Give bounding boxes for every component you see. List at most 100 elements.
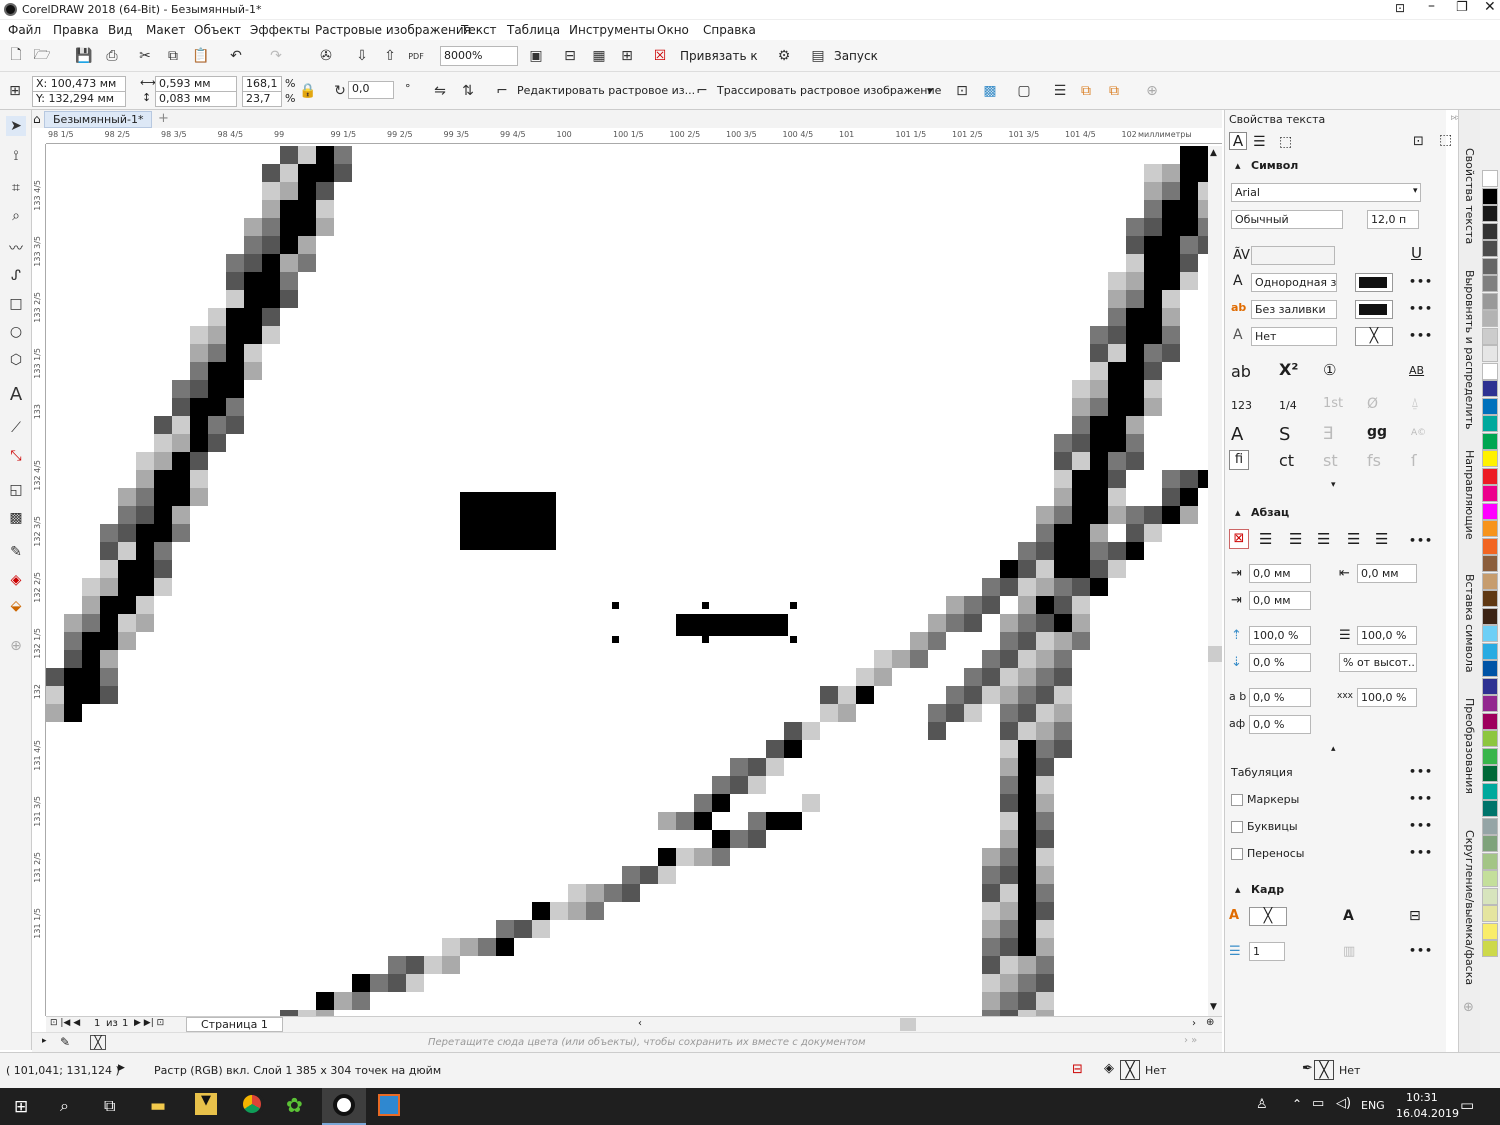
no-alignment-icon[interactable]: ⊠: [1229, 529, 1249, 549]
color-swatch[interactable]: [1482, 240, 1498, 257]
superscript-icon[interactable]: X²: [1279, 360, 1298, 379]
color-swatch[interactable]: [1482, 887, 1498, 905]
color-swatch[interactable]: [1482, 800, 1498, 817]
selection-handle[interactable]: [702, 636, 709, 643]
color-proof-icon[interactable]: ⊟: [1072, 1062, 1083, 1077]
color-swatch[interactable]: [1482, 765, 1498, 782]
docker-tab-guides[interactable]: Направляющие: [1463, 450, 1476, 540]
options-gear-icon[interactable]: ⚙: [774, 46, 794, 66]
align-left-icon[interactable]: ☰: [1259, 530, 1272, 548]
frame-section-heading[interactable]: Кадр: [1251, 883, 1284, 896]
task-view-icon[interactable]: ⧉: [104, 1096, 115, 1116]
docker-tab-transformations[interactable]: Преобразования: [1463, 698, 1476, 794]
palette-scroll-icon[interactable]: › »: [1184, 1035, 1197, 1046]
color-swatch[interactable]: [1482, 590, 1498, 607]
color-swatch[interactable]: [1482, 870, 1498, 887]
menu-bitmaps[interactable]: Растровые изображения: [315, 23, 471, 37]
tabs-settings-icon[interactable]: •••: [1409, 765, 1433, 778]
menu-object[interactable]: Объект: [194, 23, 241, 37]
navigator-zoom-icon[interactable]: ⊕: [1206, 1017, 1214, 1028]
close-button[interactable]: ✕: [1484, 0, 1496, 15]
search-icon[interactable]: ⌕: [60, 1096, 69, 1116]
stylistic-set-icon[interactable]: ⍙: [1411, 396, 1419, 411]
left-indent-field[interactable]: 0,0 мм: [1249, 564, 1311, 583]
before-paragraph-spacing-field[interactable]: 100,0 %: [1249, 626, 1311, 645]
drawing-canvas[interactable]: [46, 146, 1208, 1016]
text-fill-type-select[interactable]: Однородная з...: [1251, 273, 1337, 292]
frame-settings-icon[interactable]: ⊟: [1409, 908, 1421, 924]
add-tool-icon[interactable]: ⊕: [6, 636, 26, 656]
pick-tool-icon[interactable]: ➤: [6, 116, 26, 136]
force-justify-icon[interactable]: ☰: [1375, 530, 1388, 548]
titling-icon[interactable]: Ǝ: [1323, 424, 1334, 444]
case-forms-icon[interactable]: A©: [1411, 428, 1426, 438]
selection-handle[interactable]: [612, 602, 619, 609]
docker-tab-fillet[interactable]: Скругление/выемка/фаска: [1463, 830, 1476, 985]
crop-tool-icon[interactable]: ⌗: [6, 178, 26, 198]
rotation-angle-field[interactable]: 0,0: [348, 81, 394, 99]
scroll-thumb[interactable]: [1208, 646, 1222, 662]
background-fill-settings-icon[interactable]: •••: [1409, 302, 1433, 315]
page-first-icon[interactable]: ⊡ |◀ ◀: [50, 1018, 80, 1028]
zoom-to-page-icon[interactable]: ▣: [526, 46, 546, 66]
edit-bitmap-button[interactable]: Редактировать растровое из...: [517, 84, 695, 97]
snap-off-icon[interactable]: ☒: [650, 46, 670, 66]
home-icon[interactable]: ⌂: [33, 112, 41, 126]
color-swatch[interactable]: [1482, 905, 1498, 922]
symbol-section-arrow-icon[interactable]: ▴: [1235, 159, 1241, 172]
color-swatch[interactable]: [1482, 380, 1498, 397]
color-swatch[interactable]: [1482, 415, 1498, 432]
eyedropper-icon[interactable]: ✎: [60, 1035, 70, 1049]
color-swatch[interactable]: [1482, 327, 1498, 345]
color-swatch[interactable]: [1482, 695, 1498, 712]
color-swatch[interactable]: [1482, 782, 1498, 800]
background-fill-color-swatch[interactable]: [1355, 300, 1393, 319]
text-outline-select[interactable]: Нет: [1251, 327, 1337, 346]
color-swatch[interactable]: [1482, 467, 1498, 485]
file-explorer-icon[interactable]: ▬: [150, 1096, 166, 1116]
color-swatch[interactable]: [1482, 555, 1498, 572]
connector-tool-icon[interactable]: ⤡: [6, 446, 26, 466]
color-swatch[interactable]: [1482, 187, 1498, 205]
color-swatch[interactable]: [1482, 660, 1498, 677]
trace-bitmap-icon[interactable]: ⌐: [692, 81, 712, 101]
undo-icon[interactable]: ↶: [226, 46, 246, 66]
menu-effects[interactable]: Эффекты: [250, 23, 310, 37]
corel-photopaint-icon[interactable]: [378, 1094, 400, 1116]
selection-handle[interactable]: [790, 636, 797, 643]
launch-app-icon[interactable]: ▤: [808, 46, 828, 66]
eyedropper-tool-icon[interactable]: ✎: [6, 542, 26, 562]
page-tab[interactable]: Страница 1: [186, 1017, 283, 1032]
menu-table[interactable]: Таблица: [507, 23, 560, 37]
line-spacing-field[interactable]: 100,0 %: [1357, 626, 1417, 645]
y-position-field[interactable]: Y: 132,294 мм: [32, 91, 126, 107]
coreldraw-taskbar-button[interactable]: [322, 1088, 366, 1125]
polygon-tool-icon[interactable]: ⬡: [6, 350, 26, 370]
kerning-field[interactable]: [1251, 246, 1335, 265]
contextual-alternates-icon[interactable]: fs: [1367, 451, 1381, 470]
ordinals-icon[interactable]: 1st: [1323, 396, 1343, 411]
slashed-zero-icon[interactable]: Ø: [1367, 396, 1378, 412]
icq-icon[interactable]: ✿: [286, 1093, 303, 1117]
hyphenation-settings-icon[interactable]: •••: [1409, 846, 1433, 859]
selection-handle[interactable]: [702, 602, 709, 609]
tray-expand-icon[interactable]: ⌃: [1292, 1097, 1302, 1111]
color-swatch[interactable]: [1482, 852, 1498, 870]
color-swatch[interactable]: [1482, 730, 1498, 747]
color-swatch[interactable]: [1482, 712, 1498, 730]
ellipse-tool-icon[interactable]: ○: [6, 322, 26, 342]
paragraph-tab-icon[interactable]: ☰: [1253, 134, 1266, 150]
bullets-checkbox[interactable]: [1231, 794, 1243, 806]
open-folder-icon[interactable]: 🗁: [32, 46, 52, 66]
color-swatch[interactable]: [1482, 205, 1498, 222]
resample-icon[interactable]: ▩: [980, 81, 1000, 101]
strikethrough-icon[interactable]: ab: [1231, 362, 1251, 381]
scroll-down-icon[interactable]: ▼: [1210, 1002, 1217, 1012]
edit-bitmap-icon[interactable]: ⌐: [492, 81, 512, 101]
trace-bitmap-button[interactable]: Трассировать растровое изображение: [717, 84, 941, 97]
color-swatch[interactable]: [1482, 345, 1498, 362]
right-indent-field[interactable]: 0,0 мм: [1357, 564, 1417, 583]
cut-icon[interactable]: ✂: [135, 46, 155, 66]
volume-icon[interactable]: ◁): [1336, 1096, 1351, 1111]
standard-ligatures-icon[interactable]: ﬁ: [1229, 450, 1249, 470]
